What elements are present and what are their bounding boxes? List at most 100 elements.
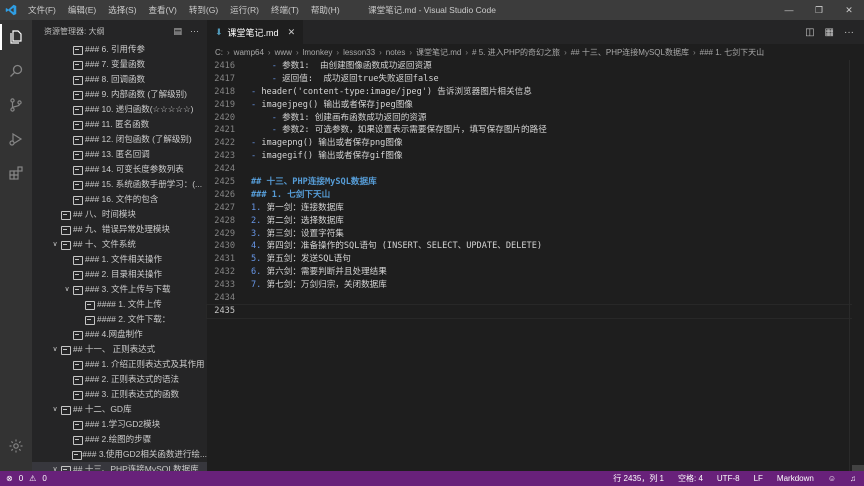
code-line[interactable]: 2419 - imagejpeg() 输出或者保存jpeg图像: [207, 99, 864, 112]
outline-item[interactable]: ### 8. 回调函数: [32, 72, 207, 87]
breadcrumb-item[interactable]: www: [275, 48, 292, 57]
outline-item[interactable]: ### 16. 文件的包含: [32, 192, 207, 207]
outline-item[interactable]: ### 14. 可变长度参数列表: [32, 162, 207, 177]
tab-active[interactable]: ⬇ 课堂笔记.md ✕: [207, 20, 304, 44]
feedback-icon[interactable]: ☺: [828, 474, 836, 483]
menu-item[interactable]: 查看(V): [143, 0, 183, 20]
preview-icon[interactable]: ▦: [825, 27, 834, 38]
outline-item[interactable]: ∨ ## 十三、PHP连接MySQL数据库: [32, 462, 207, 471]
outline-item[interactable]: ### 3.使用GD2相关函数进行绘...: [32, 447, 207, 462]
breadcrumb-item[interactable]: ### 1. 七剑下天山: [700, 47, 764, 58]
code-line[interactable]: 2433 7. 第七剑：万剑归宗，关闭数据库: [207, 279, 864, 292]
outline-item[interactable]: ### 2. 正则表达式的语法: [32, 372, 207, 387]
breadcrumb-item[interactable]: C:: [215, 48, 223, 57]
outline-item[interactable]: #### 2. 文件下载：: [32, 312, 207, 327]
outline-item[interactable]: ### 13. 匿名回调: [32, 147, 207, 162]
menu-item[interactable]: 运行(R): [224, 0, 265, 20]
code-line[interactable]: 2432 6. 第六剑：需要判断并且处理结果: [207, 266, 864, 279]
code-line[interactable]: 2423 - imagegif() 输出或者保存gif图像: [207, 150, 864, 163]
outline-item[interactable]: ∨ ## 十二、GD库: [32, 402, 207, 417]
code-line[interactable]: 2430 4. 第四剑：准备操作的SQL语句 (INSERT、SELECT、UPD…: [207, 240, 864, 253]
close-icon[interactable]: ✕: [834, 0, 864, 20]
code-line[interactable]: 2434: [207, 292, 864, 305]
outline-item[interactable]: ## 九、错误异常处理模块: [32, 222, 207, 237]
code-line[interactable]: 2417 - 返回值: 成功返回true失败返回false: [207, 73, 864, 86]
code-line[interactable]: 2422 - imagepng() 输出或者保存png图像: [207, 137, 864, 150]
more-actions-icon[interactable]: ···: [844, 27, 854, 38]
warnings-icon[interactable]: ⚠: [29, 474, 36, 483]
language-mode[interactable]: Markdown: [777, 474, 814, 483]
breadcrumb-item[interactable]: notes: [386, 48, 406, 57]
tab-close-icon[interactable]: ✕: [288, 27, 296, 38]
vertical-scrollbar[interactable]: [852, 60, 864, 471]
outline-item[interactable]: ### 1.学习GD2模块: [32, 417, 207, 432]
outline-item[interactable]: ### 15. 系统函数手册学习：(...: [32, 177, 207, 192]
explorer-icon[interactable]: [0, 20, 32, 54]
outline-item[interactable]: ### 7. 变量函数: [32, 57, 207, 72]
outline-item[interactable]: ### 1. 文件相关操作: [32, 252, 207, 267]
split-editor-icon[interactable]: ◫: [805, 27, 814, 38]
breadcrumb-item[interactable]: # 5. 进入PHP的奇幻之旅: [472, 47, 560, 58]
outline-item[interactable]: ### 9. 内部函数 (了解级别): [32, 87, 207, 102]
encoding[interactable]: UTF-8: [717, 474, 740, 483]
code-line[interactable]: 2427 1. 第一剑：连接数据库: [207, 202, 864, 215]
menu-item[interactable]: 帮助(H): [305, 0, 346, 20]
menu-item[interactable]: 转到(G): [183, 0, 224, 20]
outline-item[interactable]: ## 八、时间模块: [32, 207, 207, 222]
bell-icon[interactable]: ♫: [850, 474, 856, 483]
code-line[interactable]: 2435: [206, 303, 864, 319]
search-icon[interactable]: [0, 54, 32, 88]
indentation[interactable]: 空格: 4: [678, 473, 703, 484]
errors-count[interactable]: 0: [19, 474, 23, 483]
source-control-icon[interactable]: [0, 88, 32, 122]
chevron-down-icon[interactable]: ∨: [50, 237, 60, 252]
code-line[interactable]: 2425 ## 十三、PHP连接MySQL数据库: [207, 176, 864, 189]
warnings-count[interactable]: 0: [42, 474, 46, 483]
minimize-icon[interactable]: —: [774, 0, 804, 20]
breadcrumb-item[interactable]: lesson33: [343, 48, 375, 57]
chevron-down-icon[interactable]: ∨: [62, 282, 72, 297]
outline-item[interactable]: ### 6. 引用传参: [32, 42, 207, 57]
code-line[interactable]: 2429 3. 第三剑：设置字符集: [207, 228, 864, 241]
code-line[interactable]: 2428 2. 第二剑：选择数据库: [207, 215, 864, 228]
outline-item[interactable]: ### 2. 目录相关操作: [32, 267, 207, 282]
chevron-down-icon[interactable]: ∨: [50, 462, 60, 471]
outline-item[interactable]: ∨ ## 十一、 正则表达式: [32, 342, 207, 357]
chevron-down-icon[interactable]: ∨: [50, 402, 60, 417]
outline-item[interactable]: #### 1. 文件上传: [32, 297, 207, 312]
outline-item[interactable]: ∨ ### 3. 文件上传与下载: [32, 282, 207, 297]
menu-item[interactable]: 编辑(E): [62, 0, 102, 20]
breadcrumb-item[interactable]: wamp64: [234, 48, 264, 57]
code-line[interactable]: 2420 - 参数1: 创建画布函数成功返回的资源: [207, 112, 864, 125]
code-line[interactable]: 2421 - 参数2: 可选参数，如果设置表示需要保存图片，填写保存图片的路径: [207, 124, 864, 137]
code-line[interactable]: 2416 - 参数1: 由创建图像函数成功返回资源: [207, 60, 864, 73]
settings-gear-icon[interactable]: [0, 429, 32, 463]
menu-item[interactable]: 选择(S): [102, 0, 142, 20]
code-line[interactable]: 2418 - header('content-type:image/jpeg') …: [207, 86, 864, 99]
code-line[interactable]: 2431 5. 第五剑：发送SQL语句: [207, 253, 864, 266]
outline-item[interactable]: ### 3. 正则表达式的函数: [32, 387, 207, 402]
end-of-line[interactable]: LF: [754, 474, 763, 483]
run-debug-icon[interactable]: [0, 122, 32, 156]
menu-item[interactable]: 终端(T): [265, 0, 305, 20]
code-line[interactable]: 2426 ### 1. 七剑下天山: [207, 189, 864, 202]
more-actions-icon[interactable]: ···: [190, 26, 199, 37]
chevron-down-icon[interactable]: ∨: [50, 342, 60, 357]
extensions-icon[interactable]: [0, 156, 32, 190]
breadcrumb-item[interactable]: 课堂笔记.md: [416, 47, 461, 58]
collapse-all-icon[interactable]: ▤: [173, 26, 182, 37]
breadcrumb-item[interactable]: ## 十三、PHP连接MySQL数据库: [571, 47, 689, 58]
restore-icon[interactable]: ❐: [804, 0, 834, 20]
outline-item[interactable]: ∨ ## 十、文件系统: [32, 237, 207, 252]
cursor-position[interactable]: 行 2435，列 1: [613, 473, 664, 484]
code-line[interactable]: 2424: [207, 163, 864, 176]
errors-icon[interactable]: ⊗: [6, 474, 13, 483]
outline-item[interactable]: ### 4.网盘制作: [32, 327, 207, 342]
menu-item[interactable]: 文件(F): [22, 0, 62, 20]
outline-item[interactable]: ### 10. 递归函数(☆☆☆☆☆): [32, 102, 207, 117]
outline-item[interactable]: ### 11. 匿名函数: [32, 117, 207, 132]
outline-item[interactable]: ### 12. 闭包函数 (了解级别): [32, 132, 207, 147]
breadcrumb-item[interactable]: lmonkey: [303, 48, 333, 57]
outline-item[interactable]: ### 2.绘图的步骤: [32, 432, 207, 447]
outline-item[interactable]: ### 1. 介绍正则表达式及其作用: [32, 357, 207, 372]
